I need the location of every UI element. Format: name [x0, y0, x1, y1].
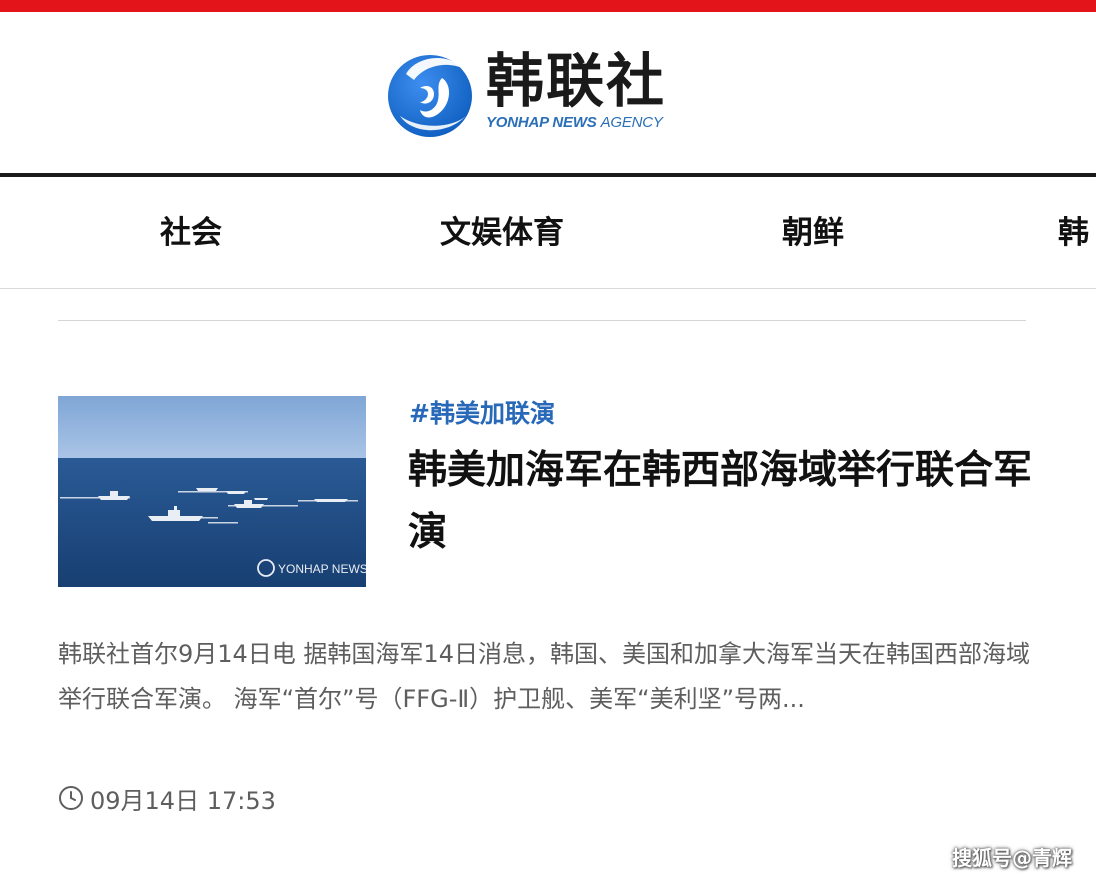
logo-title: 韩联社: [486, 47, 667, 115]
nav-item-entertainment-sports[interactable]: 文娱体育: [440, 211, 564, 255]
article-time: 09月14日 17:53: [90, 786, 276, 815]
site-logo[interactable]: 韩联社 YONHAP NEWS AGENCY: [386, 44, 706, 144]
top-accent-bar: [0, 0, 1096, 12]
category-nav: 社会 文娱体育 朝鲜 韩: [0, 177, 1096, 289]
article-tag[interactable]: #韩美加联演: [409, 396, 555, 432]
article-timestamp: 09月14日 17:53: [58, 780, 276, 816]
naval-fleet-image: YONHAP NEWS: [58, 396, 366, 587]
page: 韩联社 YONHAP NEWS AGENCY 社会 文娱体育 朝鲜 韩 YONH…: [0, 0, 1096, 879]
nav-item-society[interactable]: 社会: [160, 211, 222, 255]
article-summary: 韩联社首尔9月14日电 据韩国海军14日消息，韩国、美国和加拿大海军当天在韩国西…: [58, 640, 1030, 713]
yonhap-globe-icon: [388, 55, 472, 137]
nav-item-north-korea[interactable]: 朝鲜: [782, 211, 844, 255]
article-thumbnail[interactable]: YONHAP NEWS: [58, 396, 366, 587]
article-title[interactable]: 韩美加海军在韩西部海域举行联合军演: [408, 440, 1038, 564]
content-divider: [58, 320, 1026, 321]
nav-item-korea[interactable]: 韩: [1058, 211, 1089, 255]
site-header: 韩联社 YONHAP NEWS AGENCY: [0, 12, 1096, 174]
logo-subtitle-bold: YONHAP NEWS: [486, 114, 601, 131]
svg-text:YONHAP NEWS: YONHAP NEWS: [278, 562, 366, 576]
logo-subtitle: YONHAP NEWS AGENCY: [486, 114, 663, 131]
source-watermark: 搜狐号@青辉: [952, 846, 1072, 870]
logo-subtitle-light: AGENCY: [600, 114, 663, 131]
clock-icon: [59, 786, 83, 810]
